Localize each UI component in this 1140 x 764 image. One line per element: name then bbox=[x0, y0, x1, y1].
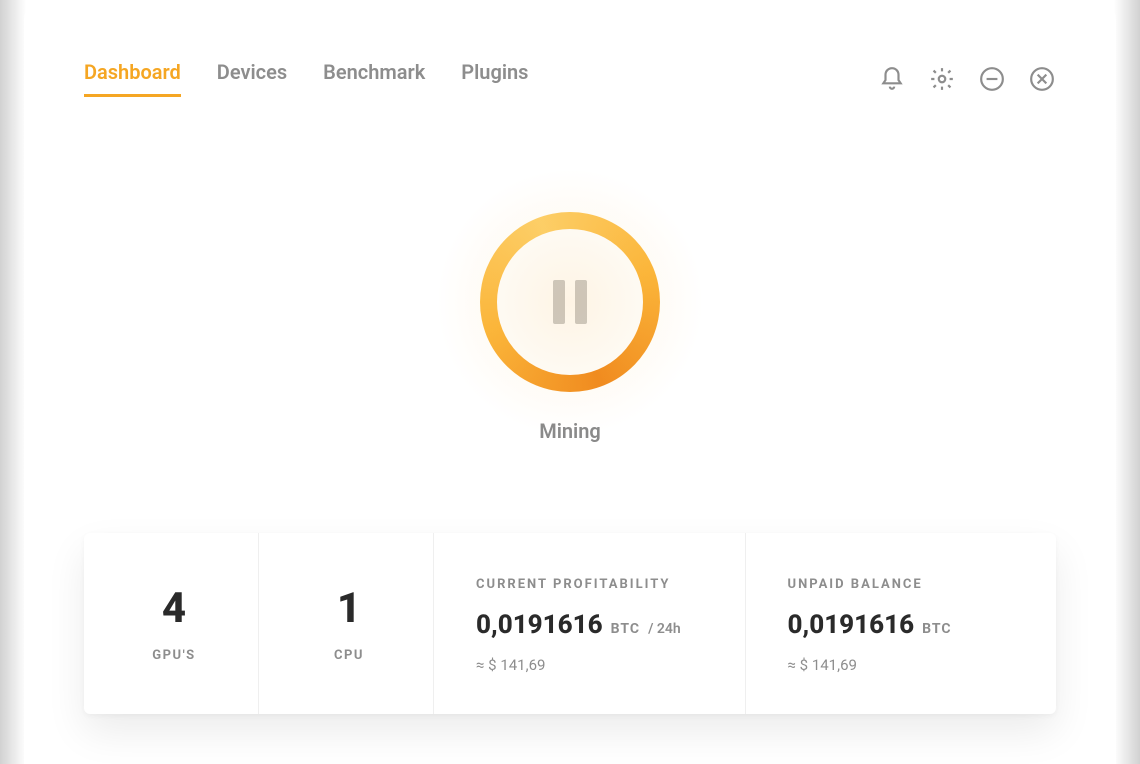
gpu-count: 4 bbox=[162, 588, 186, 630]
gpu-label: GPU'S bbox=[152, 648, 195, 663]
nav-icons bbox=[878, 65, 1056, 93]
minimize-icon[interactable] bbox=[978, 65, 1006, 93]
tab-dashboard[interactable]: Dashboard bbox=[84, 60, 181, 97]
cpu-count: 1 bbox=[337, 588, 361, 630]
profitability-approx: ≈ $ 141,69 bbox=[476, 656, 709, 674]
balance-approx: ≈ $ 141,69 bbox=[788, 656, 1021, 674]
profitability-per: / 24h bbox=[648, 621, 681, 637]
stat-balance-card: UNPAID BALANCE 0,0191616 BTC ≈ $ 141,69 bbox=[746, 533, 1057, 714]
tab-devices[interactable]: Devices bbox=[217, 60, 287, 97]
stat-cpu-card: 1 CPU bbox=[259, 533, 434, 714]
mining-status-label: Mining bbox=[539, 419, 601, 443]
tab-benchmark[interactable]: Benchmark bbox=[323, 60, 425, 97]
profitability-amount: 0,0191616 bbox=[476, 610, 603, 640]
gear-icon[interactable] bbox=[928, 65, 956, 93]
top-nav: Dashboard Devices Benchmark Plugins bbox=[84, 60, 1056, 97]
profitability-unit: BTC bbox=[611, 621, 640, 637]
profitability-title: CURRENT PROFITABILITY bbox=[476, 577, 709, 592]
stats-row: 4 GPU'S 1 CPU CURRENT PROFITABILITY 0,01… bbox=[84, 533, 1056, 714]
mining-toggle-button[interactable] bbox=[475, 207, 665, 397]
balance-amount: 0,0191616 bbox=[788, 610, 915, 640]
close-icon[interactable] bbox=[1028, 65, 1056, 93]
balance-title: UNPAID BALANCE bbox=[788, 577, 1021, 592]
app-window: Dashboard Devices Benchmark Plugins bbox=[24, 0, 1116, 764]
tab-plugins[interactable]: Plugins bbox=[461, 60, 528, 97]
nav-tabs: Dashboard Devices Benchmark Plugins bbox=[84, 60, 528, 97]
stat-profitability-card: CURRENT PROFITABILITY 0,0191616 BTC / 24… bbox=[434, 533, 746, 714]
balance-unit: BTC bbox=[922, 621, 951, 637]
pause-icon bbox=[553, 280, 587, 324]
bell-icon[interactable] bbox=[878, 65, 906, 93]
cpu-label: CPU bbox=[334, 648, 364, 663]
stat-gpu-card: 4 GPU'S bbox=[84, 533, 259, 714]
balance-value: 0,0191616 BTC bbox=[788, 610, 1021, 640]
profitability-value: 0,0191616 BTC / 24h bbox=[476, 610, 709, 640]
mining-area: Mining bbox=[84, 207, 1056, 443]
